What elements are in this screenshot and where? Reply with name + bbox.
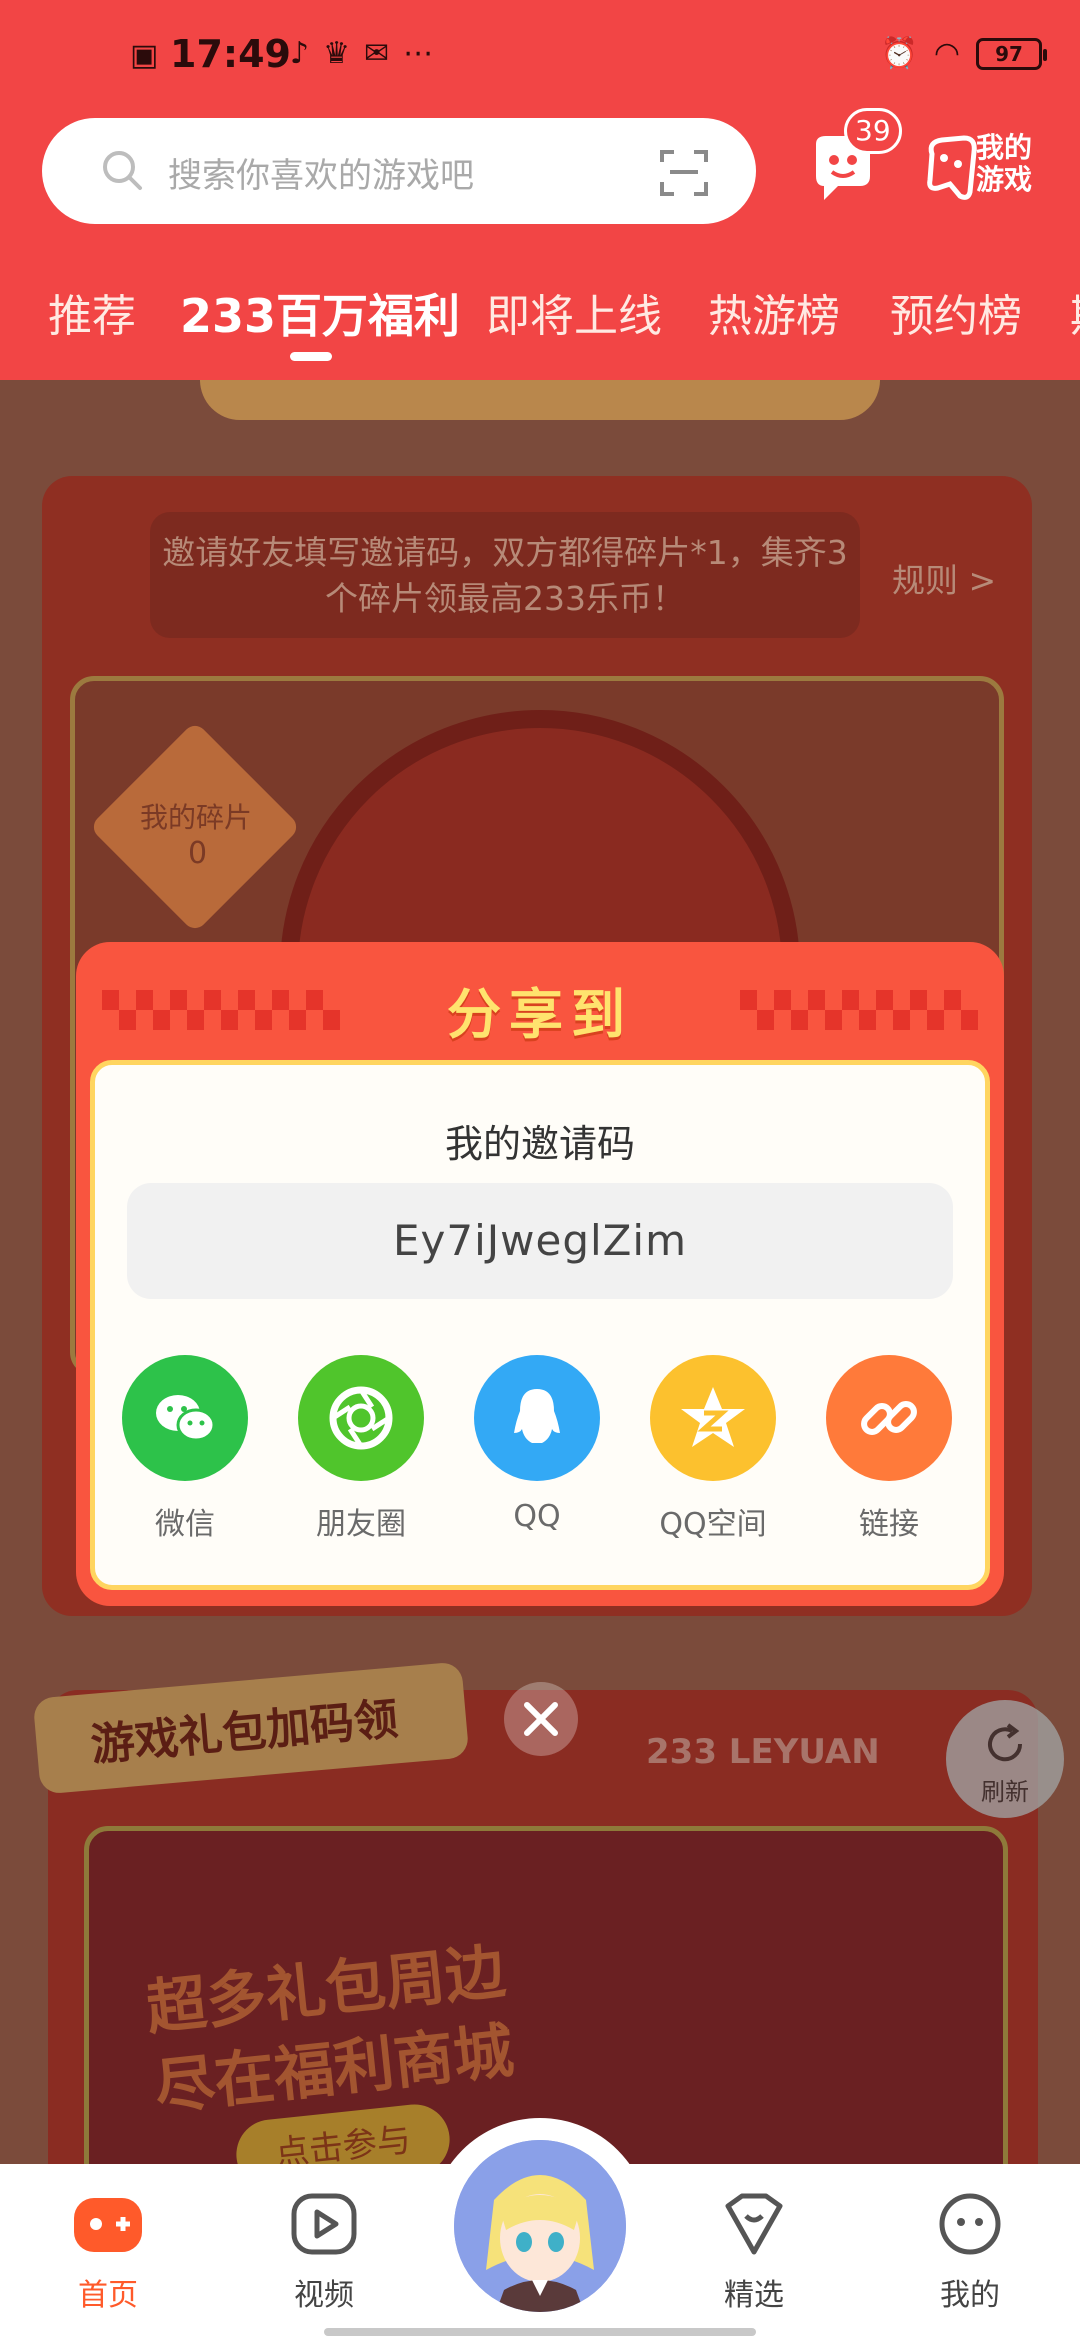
share-qq-label: QQ xyxy=(513,1499,561,1534)
alarm-icon: ⏰ xyxy=(880,36,918,71)
share-moments-button[interactable]: 朋友圈 xyxy=(291,1355,431,1543)
home-indicator xyxy=(324,2328,756,2336)
share-wechat-label: 微信 xyxy=(155,1507,215,1542)
status-right: ⏰ ◠ 97 xyxy=(880,36,1047,71)
home-gamepad-icon xyxy=(74,2198,142,2252)
nav-me-label: 我的 xyxy=(940,2278,1000,2313)
anime-avatar-icon xyxy=(454,2140,626,2312)
share-qzone-button[interactable]: QQ空间 xyxy=(643,1355,783,1543)
nav-home-label: 首页 xyxy=(78,2278,138,2313)
modal-title: 分享到 xyxy=(447,983,633,1046)
share-link-button[interactable]: 链接 xyxy=(819,1355,959,1543)
nav-video[interactable]: 视频 xyxy=(264,2192,384,2314)
qq-icon xyxy=(474,1355,600,1481)
tab-233-welfare[interactable]: 233百万福利 xyxy=(180,280,460,346)
share-wechat-button[interactable]: 微信 xyxy=(115,1355,255,1543)
message-badge: 39 xyxy=(844,108,902,154)
invite-code-box[interactable]: Ey7iJweglZim xyxy=(127,1183,953,1299)
search-bar[interactable]: 搜索你喜欢的游戏吧 xyxy=(42,118,756,224)
share-qzone-label: QQ空间 xyxy=(659,1507,767,1542)
top-header: ▣ 17:49 ♪♛✉⋯ ⏰ ◠ 97 搜索你喜欢的游戏吧 39 我的 游戏 推… xyxy=(0,0,1080,380)
tab-coming-soon[interactable]: 即将上线 xyxy=(486,280,662,344)
search-icon xyxy=(103,151,142,190)
refresh-icon xyxy=(988,1723,1023,1762)
leyuan-label: 233 LEYUAN xyxy=(646,1732,880,1772)
my-pieces-label: 我的碎片 xyxy=(140,801,253,834)
video-icon xyxy=(291,2193,357,2255)
tab-reservation-chart[interactable]: 预约榜 xyxy=(890,280,1022,344)
close-modal-button[interactable] xyxy=(504,1682,578,1756)
nav-featured-label: 精选 xyxy=(724,2278,784,2313)
wechat-icon xyxy=(122,1355,248,1481)
share-targets: 微信 朋友圈 QQ QQ空间 链接 xyxy=(115,1355,975,1555)
notification-icons: ♪♛✉⋯ xyxy=(290,36,448,71)
profile-face-icon xyxy=(939,2193,1001,2255)
share-moments-label: 朋友圈 xyxy=(316,1507,406,1542)
tab-recommend[interactable]: 推荐 xyxy=(48,280,136,344)
modal-body: 我的邀请码 Ey7iJweglZim 微信 朋友圈 QQ QQ空间 链接 xyxy=(90,1060,990,1590)
active-tab-indicator xyxy=(290,352,332,361)
share-modal: 分享到 我的邀请码 Ey7iJweglZim 微信 朋友圈 QQ QQ空间 链接 xyxy=(76,942,1004,1606)
invite-note: 邀请好友填写邀请码，双方都得碎片*1，集齐3个碎片领最高233乐币！ xyxy=(150,512,860,638)
qzone-icon xyxy=(650,1355,776,1481)
wifi-icon: ◠ xyxy=(933,36,960,71)
moments-icon xyxy=(298,1355,424,1481)
invite-code-label: 我的邀请码 xyxy=(444,1122,635,1166)
battery-icon: 97 xyxy=(976,37,1047,70)
my-games-button[interactable]: 我的 游戏 xyxy=(924,128,1054,208)
status-bar: ▣ 17:49 ♪♛✉⋯ ⏰ ◠ 97 xyxy=(0,30,1080,90)
nav-me[interactable]: 我的 xyxy=(910,2192,1030,2314)
my-games-label: 我的 游戏 xyxy=(976,131,1033,196)
nav-home[interactable]: 首页 xyxy=(48,2192,168,2314)
close-icon xyxy=(524,1702,558,1736)
refresh-button[interactable]: 刷新 xyxy=(946,1700,1064,1818)
tab-hot-games[interactable]: 热游榜 xyxy=(708,280,840,344)
sim-icon: ▣ xyxy=(130,38,159,73)
my-pieces-count: 0 xyxy=(188,836,208,871)
gamepad-icon xyxy=(927,135,977,200)
center-avatar-button[interactable] xyxy=(454,2140,626,2312)
link-icon xyxy=(826,1355,952,1481)
share-link-label: 链接 xyxy=(859,1507,919,1542)
nav-featured[interactable]: 精选 xyxy=(694,2192,814,2314)
rules-link[interactable]: 规则 > xyxy=(892,554,996,602)
nav-video-label: 视频 xyxy=(294,2278,354,2313)
tab-more[interactable]: 期 xyxy=(1070,280,1080,344)
scan-icon[interactable] xyxy=(658,146,710,198)
featured-heart-icon xyxy=(725,2193,783,2255)
search-placeholder: 搜索你喜欢的游戏吧 xyxy=(168,156,474,196)
share-qq-button[interactable]: QQ xyxy=(467,1355,607,1534)
status-time: 17:49 xyxy=(170,32,291,76)
category-tabs: 推荐 233百万福利 即将上线 热游榜 预约榜 期 xyxy=(0,280,1080,370)
refresh-label: 刷新 xyxy=(981,1778,1029,1806)
